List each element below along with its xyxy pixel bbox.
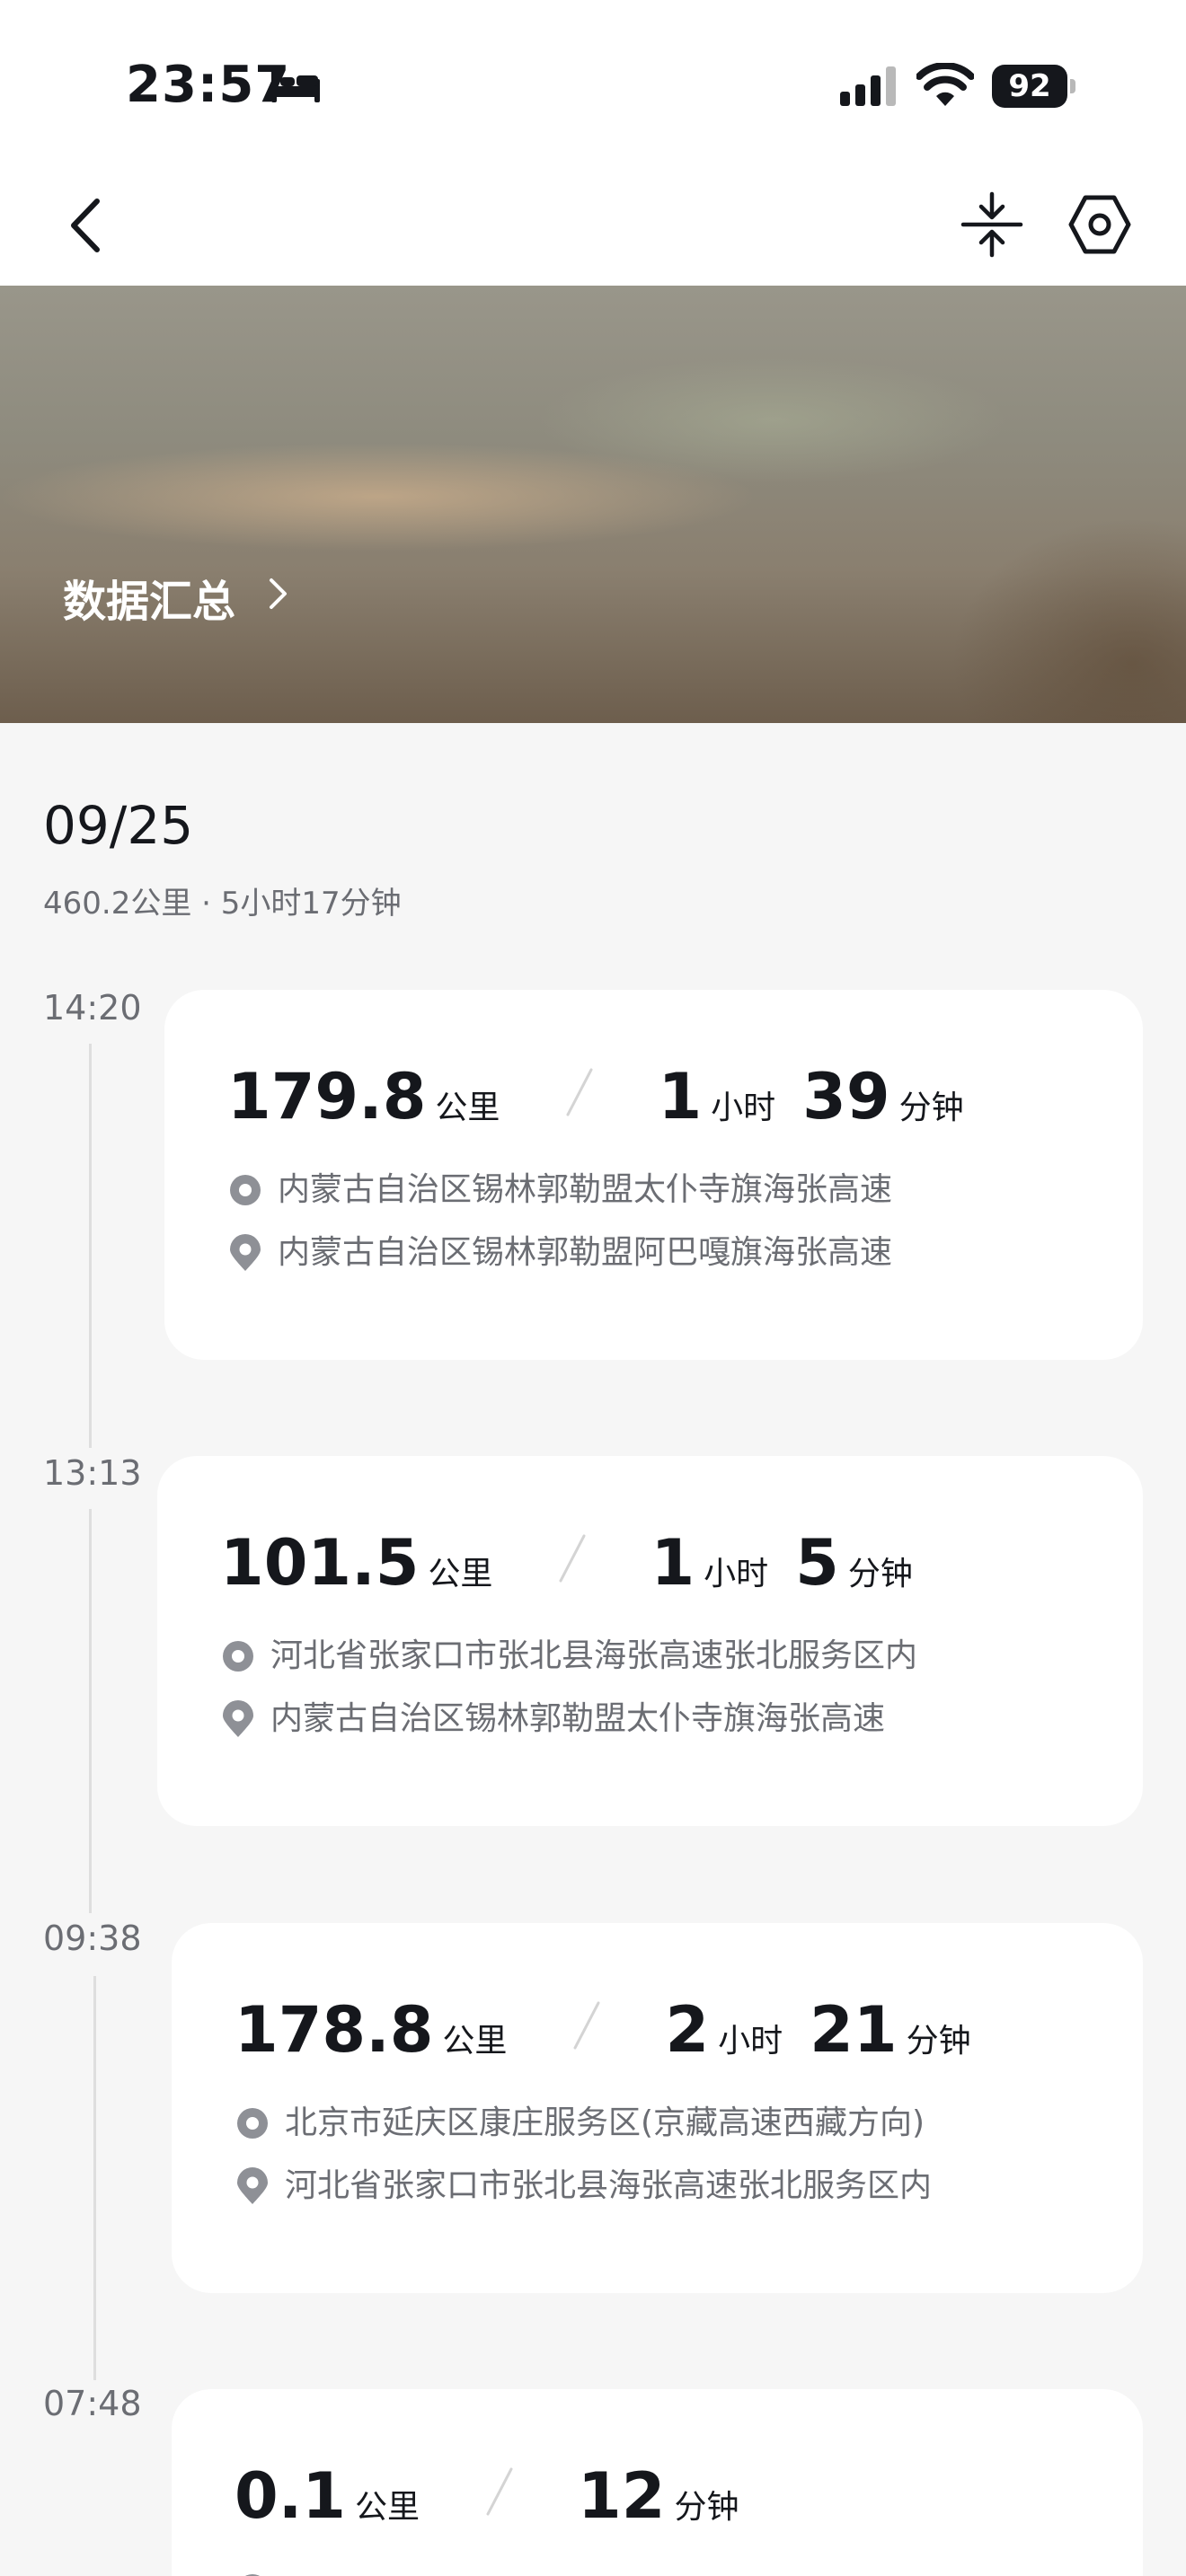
summary-banner[interactable]: 数据汇总 (0, 286, 1186, 723)
trip-card[interactable]: 178.8 公里 2 小时 21 分钟 北京市延庆区康庄服务区(京藏高速西藏方向) 河北省… (172, 1923, 1143, 2293)
end-point-icon (223, 1700, 253, 1737)
trip-minutes: 21 (810, 1993, 898, 2067)
nav-bar (0, 162, 1186, 286)
trip-card[interactable]: 0.1 公里 12 分钟 (172, 2389, 1143, 2576)
separator (482, 2466, 515, 2518)
trip-metrics: 101.5 公里 1 小时 5 分钟 (220, 1526, 913, 1600)
trip-distance: 0.1 (235, 2459, 347, 2533)
end-point-icon (237, 2167, 268, 2204)
start-address: 北京市延庆区康庄服务区(京藏高速西藏方向) (285, 2104, 925, 2141)
trip-card[interactable]: 179.8 公里 1 小时 39 分钟 内蒙古自治区锡林郭勒盟太仆寺旗海张高速 内蒙古自治… (164, 990, 1143, 1360)
timeline-line (89, 1044, 92, 1448)
separator (570, 1999, 602, 2051)
trip-start-time: 07:48 (43, 2384, 142, 2423)
distance-unit: 公里 (355, 2489, 420, 2526)
date-summary: 460.2公里 · 5小时17分钟 (43, 886, 402, 922)
trip-hours: 1 (658, 1060, 703, 1134)
distance-unit: 公里 (428, 1556, 493, 1592)
minutes-unit: 分钟 (674, 2489, 739, 2526)
driving-records-page: 23:57 92 数据汇总 09/25 460.2公里 · 5小时17分钟 14… (0, 0, 1186, 2576)
start-address: 内蒙古自治区锡林郭勒盟太仆寺旗海张高速 (278, 1171, 893, 1208)
start-point-icon (223, 1641, 253, 1672)
settings-icon[interactable] (1066, 190, 1134, 259)
trip-hours: 2 (665, 1993, 710, 2067)
trip-start-time: 09:38 (43, 1919, 142, 1958)
hours-unit: 小时 (718, 2023, 783, 2060)
back-arrow-icon[interactable] (56, 194, 119, 257)
battery-level: 92 (992, 65, 1067, 108)
hours-unit: 小时 (704, 1556, 769, 1592)
date-title: 09/25 (43, 795, 194, 856)
end-address: 内蒙古自治区锡林郭勒盟太仆寺旗海张高速 (270, 1700, 886, 1737)
trip-card[interactable]: 101.5 公里 1 小时 5 分钟 河北省张家口市张北县海张高速张北服务区内 内蒙古自治… (157, 1456, 1143, 1826)
minutes-unit: 分钟 (906, 2023, 971, 2060)
minutes-unit: 分钟 (898, 1090, 964, 1126)
start-address: 河北省张家口市张北县海张高速张北服务区内 (270, 1637, 918, 1674)
trip-metrics: 0.1 公里 12 分钟 (235, 2459, 739, 2533)
trip-distance: 101.5 (220, 1526, 420, 1600)
chevron-right-icon (270, 578, 287, 609)
trip-hours: 1 (651, 1526, 695, 1600)
trip-minutes: 12 (578, 2459, 666, 2533)
start-point-icon (237, 2108, 268, 2139)
cellular-signal-icon (840, 66, 896, 106)
bed-icon (271, 70, 320, 102)
timeline-line (89, 1509, 92, 1913)
trip-metrics: 178.8 公里 2 小时 21 分钟 (235, 1993, 971, 2067)
trip-start-time: 14:20 (43, 988, 142, 1028)
distance-unit: 公里 (435, 1090, 500, 1126)
distance-unit: 公里 (442, 2023, 508, 2060)
end-address: 河北省张家口市张北县海张高速张北服务区内 (285, 2167, 933, 2204)
battery-icon: 92 (992, 65, 1075, 108)
trip-minutes: 5 (795, 1526, 839, 1600)
start-point-icon (230, 1175, 261, 1205)
end-point-icon (230, 1234, 261, 1271)
data-summary-link[interactable]: 数据汇总 (63, 566, 235, 629)
trip-start-time: 13:13 (43, 1453, 142, 1493)
status-bar: 23:57 92 (0, 0, 1186, 162)
start-point-icon (245, 2574, 260, 2576)
status-time: 23:57 (126, 56, 291, 114)
trip-distance: 179.8 (227, 1060, 427, 1134)
minutes-unit: 分钟 (847, 1556, 913, 1592)
separator (555, 1532, 588, 1584)
trip-metrics: 179.8 公里 1 小时 39 分钟 (227, 1060, 964, 1134)
collapse-icon[interactable] (958, 190, 1026, 259)
end-address: 内蒙古自治区锡林郭勒盟阿巴嘎旗海张高速 (278, 1234, 893, 1271)
trip-distance: 178.8 (235, 1993, 434, 2067)
trip-minutes: 39 (802, 1060, 890, 1134)
wifi-icon (916, 63, 974, 106)
separator (562, 1066, 595, 1118)
hours-unit: 小时 (711, 1090, 776, 1126)
timeline-line (93, 1976, 96, 2380)
